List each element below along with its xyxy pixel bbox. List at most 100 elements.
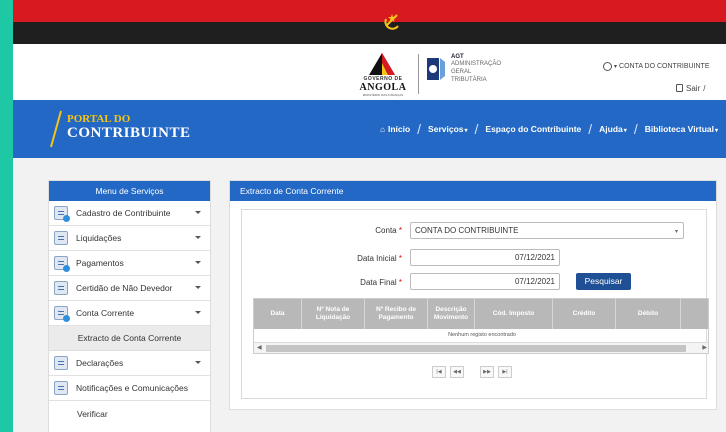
chevron-down-icon — [195, 261, 201, 264]
logout-separator: / — [703, 83, 706, 93]
portal-title-line-2[interactable]: CONTRIBUINTE — [67, 125, 191, 142]
logout-link[interactable]: Sair / — [676, 82, 724, 94]
agt-logo-icon[interactable] — [425, 54, 447, 84]
sidebar-item-declaracoes[interactable]: Declarações — [49, 351, 210, 376]
horizontal-scrollbar[interactable]: ◀ ▶ — [254, 342, 708, 353]
caret-down-icon: ▾ — [714, 128, 718, 134]
nav-biblioteca-virtual[interactable]: Biblioteca Virtual▾ — [645, 124, 718, 134]
services-sidebar: Menu de Serviços Cadastro de Contribuint… — [48, 180, 211, 432]
conta-select-value: CONTA DO CONTRIBUINTE — [415, 226, 519, 235]
sidebar-item-label: Pagamentos — [76, 258, 124, 268]
search-button[interactable]: Pesquisar — [576, 273, 631, 290]
main-navbar: PORTAL DO CONTRIBUINTE ⌂ Início / Serviço… — [13, 100, 726, 158]
governo-angola-logo[interactable]: GOVERNO DE ANGOLA MINISTÉRIO DAS FINANÇA… — [351, 52, 415, 97]
prev-page-button[interactable]: ◀◀ — [450, 366, 464, 378]
chevron-down-icon — [195, 211, 201, 214]
column-header[interactable]: Crédito — [553, 299, 616, 329]
home-icon: ⌂ — [380, 125, 385, 134]
account-menu[interactable]: ▾ CONTA DO CONTRIBUINTE — [603, 60, 723, 72]
sidebar-item-label: Conta Corrente — [76, 308, 135, 318]
required-mark: * — [398, 226, 402, 235]
caret-down-icon: ▾ — [614, 63, 618, 70]
portal-title-line-1[interactable]: PORTAL DO — [67, 113, 130, 125]
column-header[interactable]: Data — [254, 299, 302, 329]
flag-black-stripe — [13, 22, 726, 44]
pager-gap — [468, 366, 476, 380]
data-inicial-input[interactable]: 07/12/2021 — [410, 249, 560, 266]
chevron-down-icon — [195, 236, 201, 239]
next-page-button[interactable]: ▶▶ — [480, 366, 494, 378]
nav-ajuda-label: Ajuda — [599, 124, 623, 134]
extract-panel: Extracto de Conta Corrente Conta * CONTA… — [229, 180, 717, 410]
panel-title: Extracto de Conta Corrente — [230, 181, 716, 201]
table-header: Data Nº Nota de Liquidação Nº Recibo de … — [254, 299, 708, 329]
first-page-button[interactable]: |◀ — [432, 366, 446, 378]
payment-document-icon — [54, 256, 70, 272]
nav-espaco-contribuinte[interactable]: Espaço do Contribuinte — [485, 124, 581, 134]
required-mark: * — [398, 278, 402, 287]
agt-line-2: GERAL — [451, 69, 472, 75]
ministerio-text: MINISTÉRIO DAS FINANÇAS — [362, 93, 404, 97]
search-form: Conta * CONTA DO CONTRIBUINTE ▾ Data Ini… — [241, 209, 709, 399]
nav-separator: / — [474, 121, 479, 137]
nav-inicio[interactable]: ⌂ Início — [380, 124, 410, 134]
sidebar-item-label: Cadastro de Contribuinte — [76, 208, 171, 218]
top-header: GOVERNO DE ANGOLA MINISTÉRIO DAS FINANÇA… — [13, 44, 726, 100]
select-caret-icon: ▾ — [674, 229, 678, 235]
chevron-down-icon — [195, 361, 201, 364]
sidebar-item-notificacoes[interactable]: Notificações e Comunicações — [49, 376, 210, 401]
lock-icon — [676, 84, 683, 92]
scrollbar-thumb[interactable] — [266, 345, 686, 352]
nav-servicos[interactable]: Serviços▾ — [428, 124, 467, 134]
nav-separator: / — [588, 121, 593, 137]
data-final-input[interactable]: 07/12/2021 — [410, 273, 560, 290]
column-header[interactable]: Nº Recibo de Pagamento — [365, 299, 428, 329]
sidebar-item-pagamentos[interactable]: Pagamentos — [49, 251, 210, 276]
scroll-left-icon[interactable]: ◀ — [257, 344, 262, 351]
pagination: |◀ ◀◀ ▶▶ ▶| — [432, 366, 512, 380]
column-header[interactable]: Descrição Movimento — [428, 299, 475, 329]
conta-select[interactable]: CONTA DO CONTRIBUINTE ▾ — [410, 222, 684, 239]
sidebar-item-verificar[interactable]: Verificar — [49, 401, 210, 426]
agt-line-3: TRIBUTÁRIA — [451, 77, 487, 83]
angola-emblem-icon — [383, 11, 401, 31]
results-table: Data Nº Nota de Liquidação Nº Recibo de … — [253, 298, 709, 354]
chevron-down-icon — [195, 311, 201, 314]
sidebar-subitem-extracto[interactable]: Extracto de Conta Corrente — [49, 326, 210, 351]
column-header-extra — [681, 299, 708, 329]
agt-line-1: ADMINISTRAÇÃO — [451, 61, 502, 67]
logout-label: Sair — [686, 83, 701, 93]
sidebar-item-label: Certidão de Não Devedor — [76, 283, 173, 293]
data-inicial-label-text: Data Inicial — [357, 254, 397, 263]
scroll-right-icon[interactable]: ▶ — [702, 344, 707, 351]
document-add-icon — [54, 206, 70, 222]
data-final-label-text: Data Final — [360, 278, 397, 287]
agt-logo-text: AGT ADMINISTRAÇÃO GERAL TRIBUTÁRIA — [451, 54, 531, 84]
portal-slash-icon — [50, 110, 62, 148]
nav-ajuda[interactable]: Ajuda▾ — [599, 124, 627, 134]
sidebar-item-label: Liquidações — [76, 233, 122, 243]
data-final-label: Data Final * — [322, 278, 402, 287]
sidebar-item-label: Declarações — [76, 358, 124, 368]
empty-message: Nenhum registo encontrado — [448, 332, 516, 338]
conta-label: Conta * — [322, 226, 402, 235]
required-mark: * — [398, 254, 402, 263]
user-circle-icon — [603, 61, 612, 71]
sidebar-item-conta-corrente[interactable]: Conta Corrente — [49, 301, 210, 326]
caret-down-icon: ▾ — [623, 128, 627, 134]
sidebar-item-liquidacoes[interactable]: Liquidações — [49, 226, 210, 251]
logo-divider — [418, 54, 419, 94]
column-header[interactable]: Débito — [616, 299, 681, 329]
account-document-icon — [54, 306, 70, 322]
nav-servicos-label: Serviços — [428, 124, 464, 134]
data-inicial-label: Data Inicial * — [322, 254, 402, 263]
nav-biblioteca-label: Biblioteca Virtual — [644, 124, 714, 134]
column-header[interactable]: Nº Nota de Liquidação — [302, 299, 365, 329]
sidebar-item-cadastro[interactable]: Cadastro de Contribuinte — [49, 201, 210, 226]
caret-down-icon: ▾ — [464, 128, 468, 134]
nav-separator: / — [633, 121, 638, 137]
last-page-button[interactable]: ▶| — [498, 366, 512, 378]
sidebar-title: Menu de Serviços — [49, 181, 210, 201]
sidebar-item-certidao[interactable]: Certidão de Não Devedor — [49, 276, 210, 301]
column-header[interactable]: Cód. Imposto — [475, 299, 553, 329]
